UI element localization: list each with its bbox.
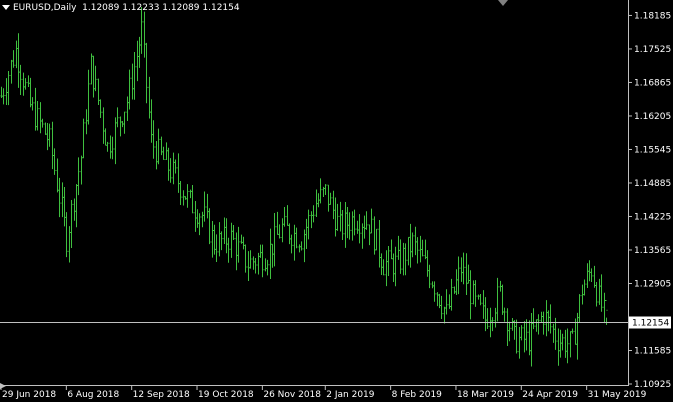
current-price-tag: 1.12154 [629,316,671,329]
time-tick-label: 19 Oct 2018 [198,390,254,400]
chart-background [0,0,673,402]
chart-header: EURUSD,Daily 1.12089 1.12233 1.12089 1.1… [2,3,240,13]
price-tick-label: 1.14885 [634,179,671,189]
price-tick-label: 1.18185 [634,11,671,21]
current-price-tag-label: 1.12154 [632,319,669,329]
time-tick-label: 26 Nov 2018 [263,390,321,400]
triangle-down-icon [2,4,10,10]
time-tick-label: 29 Jun 2018 [2,390,56,400]
price-tick-label: 1.16205 [634,112,671,122]
time-tick-label: 12 Sep 2018 [133,390,190,400]
time-tick-label: 2 Jan 2019 [326,390,374,400]
price-chart[interactable]: 1.18185 1.17525 1.16865 1.16205 1.15545 1.148… [0,0,673,402]
price-tick-label: 1.16865 [634,78,671,88]
price-tick-label: 1.12905 [634,279,671,289]
time-tick-label: 18 Mar 2019 [457,390,514,400]
price-tick-label: 1.10925 [634,380,671,390]
price-tick-label: 1.11585 [634,346,671,356]
price-tick-label: 1.15545 [634,145,671,155]
time-tick-label: 6 Aug 2018 [67,390,119,400]
chart-symbol: EURUSD,Daily [13,3,77,13]
price-tick-label: 1.14225 [634,212,671,222]
time-tick-label: 24 Apr 2019 [522,390,578,400]
time-tick-label: 31 May 2019 [588,390,647,400]
time-tick-label: 8 Feb 2019 [392,390,443,400]
chart-ohlc: 1.12089 1.12233 1.12089 1.12154 [82,3,240,13]
price-tick-label: 1.17525 [634,45,671,55]
price-tick-label: 1.13565 [634,246,671,256]
